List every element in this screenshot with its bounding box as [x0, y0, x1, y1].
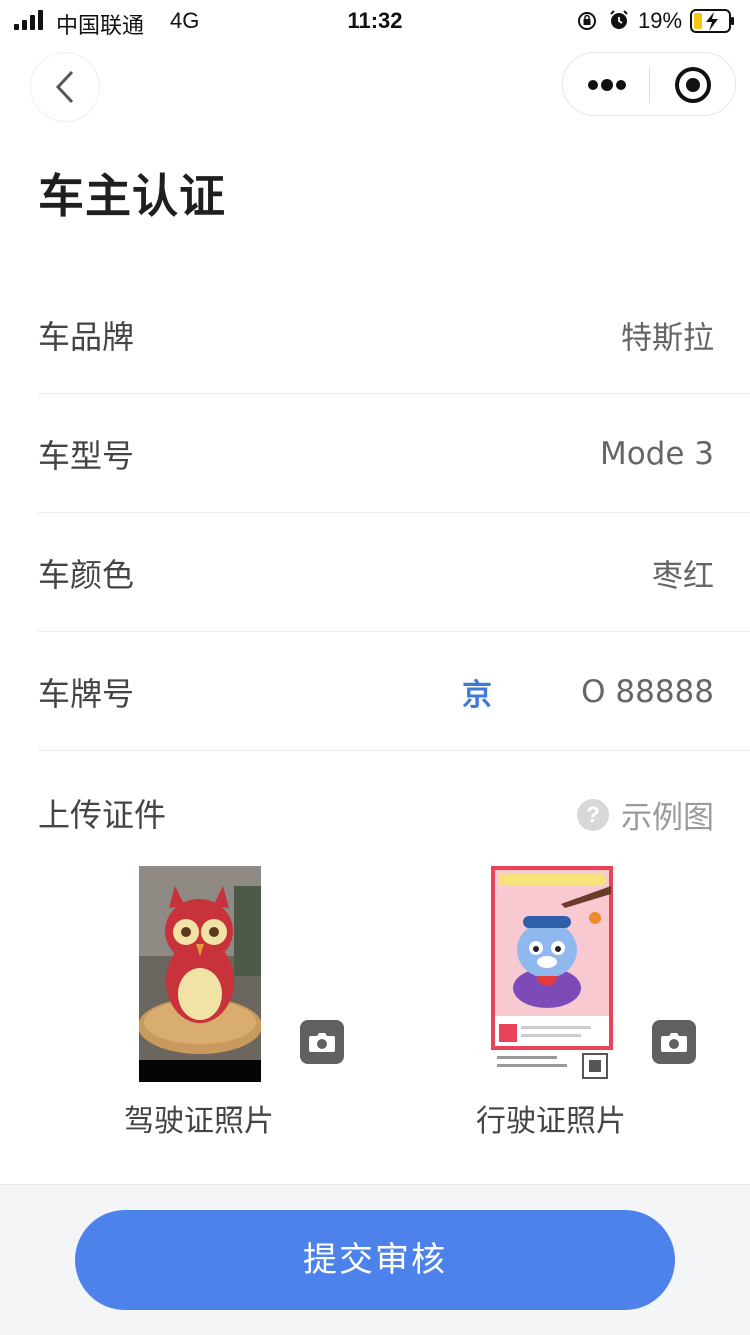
battery-percent: 19% [638, 8, 683, 33]
driver-license-photo[interactable] [139, 866, 261, 1082]
alarm-icon [610, 10, 628, 29]
example-link[interactable]: ? 示例图 [577, 792, 714, 837]
camera-icon [661, 1033, 687, 1052]
camera-icon [309, 1033, 335, 1052]
brand-value[interactable]: 特斯拉 [621, 312, 714, 357]
page-title: 车主认证 [38, 169, 226, 223]
model-value[interactable]: Mode 3 [600, 436, 714, 472]
driver-license-camera-button[interactable] [300, 1020, 344, 1064]
status-bar: 中国联通 4G 11:32 19% [0, 0, 750, 44]
plate-province-select[interactable]: 京 [462, 670, 492, 714]
driver-license-label: 驾驶证照片 [124, 1104, 274, 1139]
plate-row: 车牌号 京 O 88888 [38, 633, 750, 751]
close-target-icon[interactable] [673, 65, 713, 105]
orientation-lock-icon [578, 12, 596, 30]
color-value[interactable]: 枣红 [652, 550, 714, 595]
capsule-divider [649, 67, 650, 103]
example-link-text: 示例图 [621, 800, 714, 836]
plate-label: 车牌号 [38, 674, 135, 713]
driver-license-image [139, 866, 261, 1082]
vehicle-license-image [491, 866, 613, 1082]
mini-program-capsule [562, 52, 736, 116]
color-label: 车颜色 [38, 555, 135, 594]
help-icon: ? [577, 798, 609, 831]
upload-title: 上传证件 [38, 796, 167, 834]
vehicle-license-camera-button[interactable] [652, 1020, 696, 1064]
vehicle-license-label: 行驶证照片 [476, 1104, 626, 1139]
back-button[interactable] [30, 52, 100, 122]
model-row[interactable]: 车型号 Mode 3 [38, 395, 750, 513]
brand-row[interactable]: 车品牌 特斯拉 [38, 276, 750, 394]
color-row[interactable]: 车颜色 枣红 [38, 514, 750, 632]
submit-button[interactable]: 提交审核 [75, 1210, 675, 1310]
brand-label: 车品牌 [38, 317, 135, 356]
battery-charging-icon [690, 9, 734, 33]
plate-number-input[interactable]: O 88888 [581, 674, 714, 710]
more-icon[interactable] [585, 71, 629, 99]
model-label: 车型号 [38, 436, 135, 475]
vehicle-license-photo[interactable] [491, 866, 613, 1082]
chevron-left-icon [55, 70, 74, 104]
